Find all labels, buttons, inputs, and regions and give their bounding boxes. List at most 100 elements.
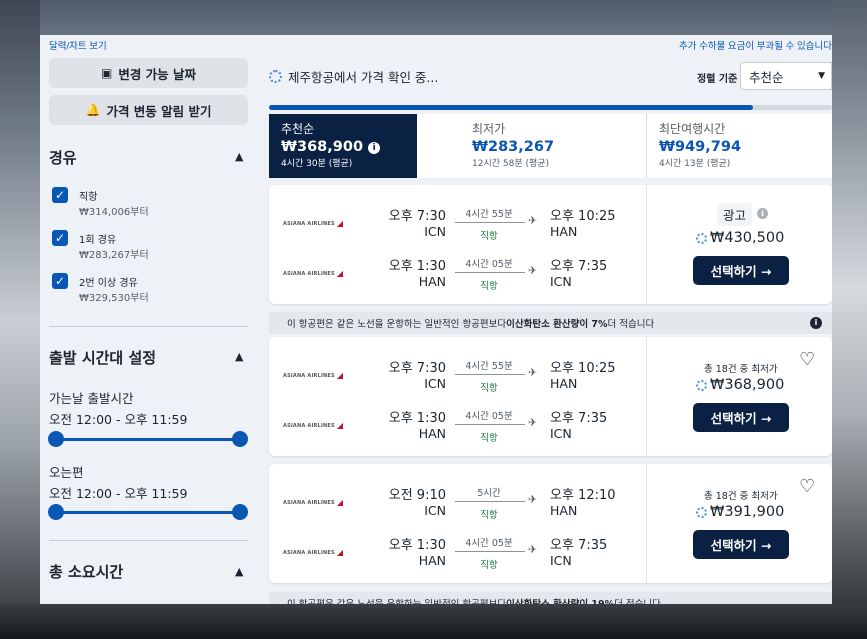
flight-leg: ASIANA AIRLINES ◢ 오전 9:10 ICN 5시간 ✈ 직항 오후 12:10… [269, 480, 646, 530]
result-price: ₩430,500 [696, 230, 784, 246]
departure-time: 오후 7:30 [388, 209, 446, 224]
flight-duration: 4시간 05분 [465, 259, 513, 270]
checkbox-checked-icon[interactable]: ✓ [52, 230, 68, 246]
tab-cheapest[interactable]: 최저가 ₩283,267 12시간 58분 (평균) [460, 114, 648, 178]
result-price: ₩391,900 [696, 504, 784, 520]
info-icon[interactable]: i [810, 317, 822, 329]
stop-price: ₩329,530부터 [79, 293, 149, 304]
arrival-airport: HAN [550, 376, 578, 391]
progress-fill [269, 105, 754, 110]
checkbox-checked-icon[interactable]: ✓ [52, 187, 68, 203]
return-time-slider[interactable] [48, 504, 248, 520]
sort-label: 정렬 기준 [697, 74, 738, 85]
chevron-up-icon[interactable]: ▲ [235, 350, 243, 363]
departure-time: 오후 1:30 [388, 259, 446, 274]
tab-duration: 4시간 13분 (평균) [659, 159, 731, 169]
status-text: 제주항공에서 가격 확인 중... [288, 70, 439, 85]
stops-info: 직항 [480, 281, 498, 292]
flight-leg: ASIANA AIRLINES ◢ 오후 1:30 HAN 4시간 05분 ✈ 직항 오후 7… [269, 530, 646, 580]
departure-airport: ICN [424, 503, 446, 518]
duration-section-title[interactable]: 총 소요시간 [49, 561, 123, 582]
lowest-price-note: 총 18건 중 최저가 [704, 364, 778, 375]
stop-label: 직항 [79, 192, 98, 203]
route-line [455, 222, 525, 223]
arrival-time: 오후 7:35 [550, 411, 608, 426]
slider-handle-end[interactable] [232, 431, 248, 447]
price-alert-button[interactable]: 🔔 가격 변동 알림 받기 [49, 95, 248, 125]
info-icon[interactable]: i [368, 142, 381, 154]
baggage-fee-link[interactable]: 추가 수하물 요금이 부과될 수 있습니다 [679, 38, 832, 52]
flight-duration: 4시간 05분 [465, 411, 513, 422]
flight-result-card[interactable]: ASIANA AIRLINES ◢ 오전 9:10 ICN 5시간 ✈ 직항 오후 12:10… [269, 464, 832, 583]
flexible-dates-label: 변경 가능 날짜 [118, 66, 197, 82]
airline-logo: ASIANA AIRLINES ◢ [283, 269, 344, 278]
tab-fastest[interactable]: 최단여행시간 ₩949,794 4시간 13분 (평균) [647, 114, 832, 178]
sort-value: 추천순 [749, 69, 784, 85]
loading-spinner-icon [696, 379, 707, 391]
calendar-chart-link[interactable]: 달력/차트 보기 [49, 38, 107, 52]
result-price: ₩368,900 [696, 377, 784, 393]
loading-spinner-icon [269, 70, 282, 83]
select-flight-button[interactable]: 선택하기 → [693, 403, 789, 432]
stop-price: ₩314,006부터 [79, 207, 149, 218]
airline-swoosh-icon: ◢ [336, 498, 344, 507]
flight-result-card[interactable]: ASIANA AIRLINES ◢ 오후 7:30 ICN 4시간 55분 ✈ 직항 오후 1… [269, 185, 832, 304]
departure-airport: ICN [424, 376, 446, 391]
tab-duration: 4시간 30분 (평균) [281, 159, 353, 169]
tab-price: ₩283,267 [472, 139, 555, 155]
arrival-time: 오후 12:10 [550, 488, 616, 503]
arrival-airport: HAN [550, 503, 578, 518]
slider-handle-start[interactable] [48, 431, 64, 447]
arrival-airport: HAN [550, 224, 578, 239]
chevron-up-icon[interactable]: ▲ [235, 150, 243, 163]
card-divider [646, 185, 647, 304]
airline-swoosh-icon: ◢ [336, 219, 344, 228]
ad-badge: 광고 [717, 203, 753, 226]
sort-dropdown[interactable]: 추천순 ▼ [740, 62, 832, 90]
arrival-airport: ICN [550, 274, 572, 289]
loading-spinner-icon [696, 232, 707, 244]
airplane-icon: ✈ [528, 493, 538, 506]
flight-leg: ASIANA AIRLINES ◢ 오후 7:30 ICN 4시간 55분 ✈ 직항 오후 1… [269, 353, 646, 403]
airline-swoosh-icon: ◢ [336, 548, 344, 557]
airline-logo: ASIANA AIRLINES ◢ [283, 421, 344, 430]
flight-duration: 4시간 05분 [465, 538, 513, 549]
info-icon[interactable]: i [757, 208, 768, 219]
select-flight-button[interactable]: 선택하기 → [693, 530, 789, 559]
airline-logo: ASIANA AIRLINES ◢ [283, 371, 344, 380]
checkbox-checked-icon[interactable]: ✓ [52, 273, 68, 289]
slider-handle-start[interactable] [48, 504, 64, 520]
stops-info: 직항 [480, 433, 498, 444]
stops-section-title[interactable]: 경유 [49, 147, 77, 168]
select-flight-button[interactable]: 선택하기 → [693, 256, 789, 285]
route-line [455, 424, 525, 425]
arrival-time: 오후 10:25 [550, 209, 616, 224]
airplane-icon: ✈ [528, 264, 538, 277]
card-divider [646, 464, 647, 583]
slider-handle-end[interactable] [232, 504, 248, 520]
flexible-dates-button[interactable]: ▣ 변경 가능 날짜 [49, 58, 248, 88]
arrival-airport: ICN [550, 426, 572, 441]
flight-result-card[interactable]: ASIANA AIRLINES ◢ 오후 7:30 ICN 4시간 55분 ✈ 직항 오후 1… [269, 337, 832, 456]
stop-price: ₩283,267부터 [79, 250, 149, 261]
heart-icon[interactable]: ♡ [799, 349, 815, 370]
tab-recommended[interactable]: 추천순 ₩368,900 i 4시간 30분 (평균) [269, 114, 417, 178]
heart-icon[interactable]: ♡ [799, 476, 815, 497]
airline-swoosh-icon: ◢ [336, 269, 344, 278]
departure-airport: HAN [418, 274, 446, 289]
sort-tabs: 추천순 ₩368,900 i 4시간 30분 (평균) 최저가 ₩283,267… [269, 114, 832, 178]
background-photo-right [832, 0, 867, 639]
card-divider [646, 337, 647, 456]
background-photo-bottom [0, 604, 867, 639]
departure-time: 오전 9:10 [388, 488, 446, 503]
outbound-time-slider[interactable] [48, 431, 248, 447]
departure-time: 오후 1:30 [388, 411, 446, 426]
stops-info: 직항 [480, 383, 498, 394]
price-check-status: 제주항공에서 가격 확인 중... [269, 67, 438, 86]
time-section-title[interactable]: 출발 시간대 설정 [49, 347, 156, 368]
route-line [455, 551, 525, 552]
airplane-icon: ✈ [528, 416, 538, 429]
chevron-up-icon[interactable]: ▲ [235, 565, 243, 578]
airplane-icon: ✈ [528, 543, 538, 556]
co2-notice: 이 항공편은 같은 노선을 운항하는 일반적인 항공편보다 이산화탄소 환산량이… [269, 312, 832, 334]
